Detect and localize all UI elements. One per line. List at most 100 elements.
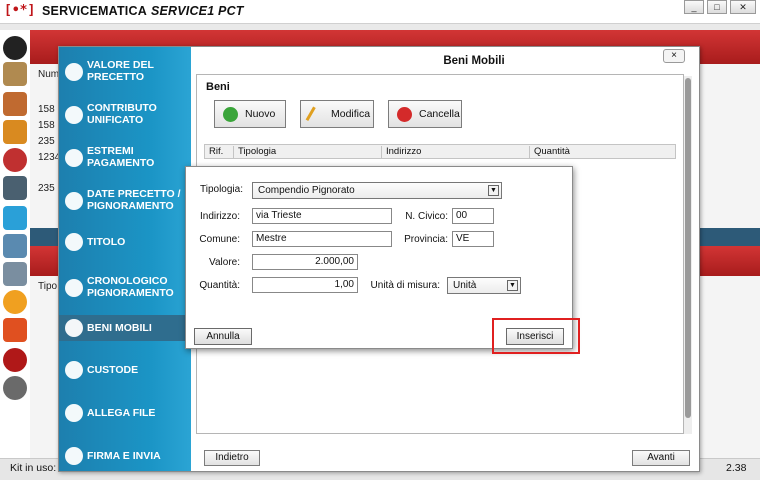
valore-label: Valore: xyxy=(209,257,240,268)
calculator-icon[interactable] xyxy=(3,262,27,286)
chat-icon[interactable] xyxy=(3,206,27,230)
column-quantita[interactable]: Quantità xyxy=(529,146,570,159)
calendar-icon xyxy=(65,192,83,210)
highlight-box xyxy=(492,318,580,354)
computer-icon[interactable] xyxy=(3,176,27,200)
civico-field[interactable]: 00 xyxy=(452,208,494,224)
comune-label: Comune: xyxy=(199,234,240,245)
unita-value: Unità xyxy=(453,280,477,291)
person-icon xyxy=(65,361,83,379)
nuovo-label: Nuovo xyxy=(245,108,276,120)
step-date-precetto[interactable]: DATE PRECETTO / PIGNORAMENTO xyxy=(59,186,191,216)
step-label: ESTREMI PAGAMENTO xyxy=(87,145,155,169)
gear-icon[interactable] xyxy=(3,376,27,400)
nuovo-button[interactable]: Nuovo xyxy=(214,100,286,128)
scrollbar-thumb[interactable] xyxy=(685,78,691,418)
column-rif[interactable]: Rif. xyxy=(205,146,223,159)
background-row: 235 xyxy=(38,136,55,147)
step-custode[interactable]: CUSTODE xyxy=(59,360,191,380)
title-bar: [•*] SERVICEMATICA SERVICE1 PCT _ □ ✕ xyxy=(0,0,760,24)
cancella-label: Cancella xyxy=(419,108,460,120)
kit-label: Kit in uso: xyxy=(10,462,57,474)
background-list-header: Num xyxy=(38,69,60,80)
wizard-nav: VALORE DEL PRECETTO CONTRIBUTO UNIFICATO… xyxy=(59,47,191,471)
background-row: 235 xyxy=(38,183,55,194)
left-rail xyxy=(0,30,30,470)
avanti-button[interactable]: Avanti xyxy=(632,450,690,466)
pin-icon xyxy=(65,404,83,422)
step-firma-e-invia[interactable]: FIRMA E INVIA xyxy=(59,446,191,466)
warning-icon[interactable] xyxy=(3,318,27,342)
step-label: CUSTODE xyxy=(87,364,139,376)
modifica-label: Modifica xyxy=(331,108,371,120)
valore-field[interactable]: 2.000,00 xyxy=(252,254,358,270)
indirizzo-label: Indirizzo: xyxy=(199,211,240,222)
plus-icon xyxy=(223,107,238,122)
cancella-button[interactable]: Cancella xyxy=(388,100,462,128)
beni-heading: Beni xyxy=(206,81,230,93)
briefcase-icon[interactable] xyxy=(3,120,27,144)
close-window-button[interactable]: ✕ xyxy=(730,0,756,14)
modifica-button[interactable]: Modifica xyxy=(300,100,374,128)
menu-icon[interactable] xyxy=(3,36,27,60)
comune-field[interactable]: Mestre xyxy=(252,231,392,247)
background-row: 158 xyxy=(38,120,55,131)
maximize-button[interactable]: □ xyxy=(707,0,727,14)
step-label: VALORE DEL PRECETTO xyxy=(87,59,154,83)
background-row: 158 xyxy=(38,104,55,115)
minimize-button[interactable]: _ xyxy=(684,0,704,14)
app-title-text: SERVICEMATICA xyxy=(42,4,147,18)
step-allega-file[interactable]: ALLEGA FILE xyxy=(59,403,191,423)
indirizzo-field[interactable]: via Trieste xyxy=(252,208,392,224)
dialog-title: Beni Mobili xyxy=(443,55,505,67)
provincia-label: Provincia: xyxy=(404,234,448,245)
step-valore-del-precetto[interactable]: VALORE DEL PRECETTO xyxy=(59,57,191,87)
boxes-icon xyxy=(65,319,83,337)
send-icon xyxy=(65,447,83,465)
beni-grid-header: Rif. Tipologia Indirizzo Quantità xyxy=(204,144,676,159)
annulla-button[interactable]: Annulla xyxy=(194,328,252,345)
indietro-button[interactable]: Indietro xyxy=(204,450,260,466)
quantita-label: Quantità: xyxy=(199,280,240,291)
version-label: 2.38 xyxy=(726,462,747,474)
step-label: CONTRIBUTO UNIFICATO xyxy=(87,102,157,126)
chevron-down-icon: ▼ xyxy=(507,280,518,291)
step-contributo-unificato[interactable]: CONTRIBUTO UNIFICATO xyxy=(59,100,191,130)
stamp-icon[interactable] xyxy=(3,348,27,372)
step-label: FIRMA E INVIA xyxy=(87,450,161,462)
step-label: ALLEGA FILE xyxy=(87,407,156,419)
dots-icon xyxy=(65,233,83,251)
scales-icon xyxy=(65,63,83,81)
app-title: SERVICEMATICA SERVICE1 PCT xyxy=(42,4,244,18)
tipologia-value: Compendio Pignorato xyxy=(258,185,355,196)
quantita-field[interactable]: 1,00 xyxy=(252,277,358,293)
tipologia-select[interactable]: Compendio Pignorato ▼ xyxy=(252,182,502,199)
dialog-close-button[interactable]: × xyxy=(663,49,685,63)
book-icon[interactable] xyxy=(3,92,27,116)
search-doc-icon[interactable] xyxy=(3,234,27,258)
delete-icon xyxy=(397,107,412,122)
pie-icon xyxy=(65,279,83,297)
cloud-upload-icon[interactable] xyxy=(3,290,27,314)
step-titolo[interactable]: TITOLO xyxy=(59,232,191,252)
step-label: BENI MOBILI xyxy=(87,322,152,334)
step-label: TITOLO xyxy=(87,236,126,248)
unita-select[interactable]: Unità ▼ xyxy=(447,277,521,294)
app-subtitle: SERVICE1 PCT xyxy=(150,4,244,18)
column-indirizzo[interactable]: Indirizzo xyxy=(381,146,421,159)
tipologia-label: Tipologia: xyxy=(200,184,243,195)
step-beni-mobili[interactable]: BENI MOBILI xyxy=(59,315,191,341)
background-tipo-label: Tipo xyxy=(38,281,58,292)
user-icon[interactable] xyxy=(3,148,27,172)
pencil-icon xyxy=(305,106,319,123)
notes-icon[interactable] xyxy=(3,62,27,86)
civico-label: N. Civico: xyxy=(405,211,448,222)
step-label: DATE PRECETTO / PIGNORAMENTO xyxy=(87,188,181,212)
step-estremi-pagamento[interactable]: ESTREMI PAGAMENTO xyxy=(59,143,191,173)
background-row: 1234 xyxy=(38,152,61,163)
step-label: CRONOLOGICO PIGNORAMENTO xyxy=(87,275,174,299)
column-tipologia[interactable]: Tipologia xyxy=(233,146,276,159)
step-cronologico-pignoramento[interactable]: CRONOLOGICO PIGNORAMENTO xyxy=(59,273,191,303)
provincia-field[interactable]: VE xyxy=(452,231,494,247)
chevron-down-icon: ▼ xyxy=(488,185,499,196)
